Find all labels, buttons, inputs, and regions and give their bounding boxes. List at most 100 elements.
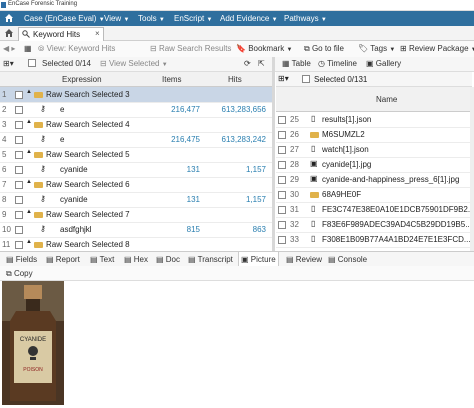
tab-fields[interactable]: ▤ Fields <box>6 255 37 264</box>
row-items: 216,477 <box>171 105 200 114</box>
row-checkbox[interactable] <box>278 176 286 184</box>
bookmark-button[interactable]: 🔖 Bookmark ▼ <box>236 44 292 53</box>
table-row[interactable]: 30 68A9HE0F <box>276 187 470 203</box>
tab-report[interactable]: ▤ Report <box>46 255 80 264</box>
row-checkbox[interactable] <box>15 196 23 204</box>
table-row[interactable]: 25 ▯ results[1].json <box>276 112 470 128</box>
table-row[interactable]: 26 M6SUMZL2 <box>276 127 470 143</box>
table-row[interactable]: 2 ⚷ e 216,477 613,283,656 <box>0 102 272 118</box>
tab-doc[interactable]: ▤ Doc <box>156 255 180 264</box>
right-scrollbar[interactable] <box>470 87 474 251</box>
table-row[interactable]: 31 ▯ FE3C747E38E0A10E1DCB75901DF9B2... <box>276 202 474 218</box>
col-items[interactable]: Items <box>162 75 182 84</box>
pane-splitter[interactable] <box>272 57 275 251</box>
menu-tools[interactable]: Tools ▼ <box>138 14 165 23</box>
refresh-icon[interactable]: ⟳ <box>244 59 251 68</box>
right-select-all-checkbox[interactable] <box>302 75 310 83</box>
expand-icon[interactable]: ⇱ <box>258 59 265 68</box>
row-checkbox[interactable] <box>278 131 286 139</box>
expand-caret-icon[interactable]: ▲ <box>26 239 32 245</box>
col-expression[interactable]: Expression <box>62 75 102 84</box>
row-checkbox[interactable] <box>278 206 286 214</box>
copy-button[interactable]: ⧉ Copy <box>6 269 33 279</box>
table-row[interactable]: 32 ▯ F83E6F989ADEC39AD4C5B29DD19B5... <box>276 217 472 233</box>
row-expression: Raw Search Selected 4 <box>46 120 130 129</box>
table-row[interactable]: 8 ⚷ cyanide 131 1,157 <box>0 192 272 208</box>
expand-caret-icon[interactable]: ▲ <box>26 179 32 185</box>
table-row[interactable]: 6 ⚷ cyanide 131 1,157 <box>0 162 272 178</box>
tab-text[interactable]: ▤ Text <box>90 255 114 264</box>
row-hits: 613,283,242 <box>221 135 267 144</box>
tab-table[interactable]: ▦ Table <box>282 59 311 68</box>
row-hits: 1,157 <box>245 165 266 174</box>
tab-timeline[interactable]: ◷ Timeline <box>318 59 357 68</box>
row-checkbox[interactable] <box>15 136 23 144</box>
table-row[interactable]: 27 ▯ watch[1].json <box>276 142 470 158</box>
tags-label: Tags <box>370 44 388 53</box>
col-name[interactable]: Name <box>376 95 397 104</box>
raw-search-results-button[interactable]: ⊟ Raw Search Results <box>150 44 231 53</box>
row-checkbox[interactable] <box>15 181 23 189</box>
tab-gallery[interactable]: ▣ Gallery <box>366 59 401 68</box>
row-hits: 1,157 <box>245 195 266 204</box>
tags-button[interactable]: 🏷 Tags ▼ <box>358 44 395 53</box>
table-row[interactable]: 28 ▣ cyanide[1].jpg <box>276 157 470 173</box>
expand-caret-icon[interactable]: ▲ <box>26 149 32 155</box>
review-package-button[interactable]: ⊞ Review Package ▼ <box>400 44 474 53</box>
folder-icon <box>34 212 43 218</box>
row-checkbox[interactable] <box>15 106 23 114</box>
view-selected-button[interactable]: ⊟ View Selected ▼ <box>100 59 168 68</box>
row-checkbox[interactable] <box>15 91 23 99</box>
table-row[interactable]: 4 ⚷ e 216,475 613,283,242 <box>0 132 272 148</box>
grid-menu-icon[interactable]: ⊞▾ <box>3 59 14 68</box>
tab-console[interactable]: ▤ Console <box>328 255 367 264</box>
menu-add-evidence[interactable]: Add Evidence ▼ <box>220 14 278 23</box>
home-icon[interactable] <box>4 13 14 25</box>
row-checkbox[interactable] <box>15 166 23 174</box>
row-checkbox[interactable] <box>278 236 286 244</box>
tab-keyword-hits[interactable]: Keyword Hits × <box>18 27 104 41</box>
tab-review[interactable]: ▤ Review <box>286 255 322 264</box>
right-grid-menu-icon[interactable]: ⊞▾ <box>278 74 289 83</box>
row-checkbox[interactable] <box>15 226 23 234</box>
go-to-file-button[interactable]: ⧉ Go to file <box>304 44 344 54</box>
tab-hex[interactable]: ▤ Hex <box>124 255 148 264</box>
tab-close-icon[interactable]: × <box>95 29 100 38</box>
menu-pathways[interactable]: Pathways ▼ <box>284 14 327 23</box>
left-selected-count: Selected 0/14 <box>42 59 91 68</box>
split-icon[interactable]: ▦ <box>24 44 32 53</box>
tab-transcript[interactable]: ▤ Transcript <box>188 255 233 264</box>
row-checkbox[interactable] <box>278 146 286 154</box>
table-row[interactable]: 33 ▯ F308E1B09B77A4A1BD24E7E1E3FCD... <box>276 232 471 248</box>
table-row[interactable]: 7 ▲ Raw Search Selected 6 <box>0 177 272 193</box>
table-row[interactable]: 3 ▲ Raw Search Selected 4 <box>0 117 272 133</box>
folder-icon <box>34 242 43 248</box>
row-checkbox[interactable] <box>278 221 286 229</box>
bookmark-label: Bookmark <box>248 44 285 53</box>
row-checkbox[interactable] <box>278 161 286 169</box>
col-hits[interactable]: Hits <box>228 75 242 84</box>
table-row[interactable]: 1 ▲ Raw Search Selected 3 <box>0 87 272 103</box>
tab-home-icon[interactable] <box>4 28 14 40</box>
table-row[interactable]: 5 ▲ Raw Search Selected 5 <box>0 147 272 163</box>
table-row[interactable]: 9 ▲ Raw Search Selected 7 <box>0 207 272 223</box>
view-keyword-hits-button[interactable]: ⦾ View: Keyword Hits <box>38 44 115 54</box>
expand-caret-icon[interactable]: ▲ <box>26 89 32 95</box>
menu-view[interactable]: View ▼ <box>104 14 129 23</box>
row-checkbox[interactable] <box>15 121 23 129</box>
menu-case[interactable]: Case (EnCase Eval) ▼ <box>24 14 105 23</box>
expand-caret-icon[interactable]: ▲ <box>26 209 32 215</box>
back-icon[interactable]: ◀ ▸ <box>3 44 15 53</box>
row-checkbox[interactable] <box>15 211 23 219</box>
expand-caret-icon[interactable]: ▲ <box>26 119 32 125</box>
table-row[interactable]: 29 ▣ cyanide-and-happiness_press_6[1].jpg <box>276 172 470 188</box>
row-checkbox[interactable] <box>15 151 23 159</box>
table-row[interactable]: 10 ⚷ asdfghjkl 815 863 <box>0 222 272 238</box>
row-checkbox[interactable] <box>278 116 286 124</box>
row-checkbox[interactable] <box>278 191 286 199</box>
row-name: FE3C747E38E0A10E1DCB75901DF9B2... <box>322 205 474 214</box>
row-number: 5 <box>2 150 7 159</box>
select-all-checkbox[interactable] <box>28 59 36 68</box>
menu-enscript[interactable]: EnScript ▼ <box>174 14 212 23</box>
row-checkbox[interactable] <box>15 241 23 249</box>
